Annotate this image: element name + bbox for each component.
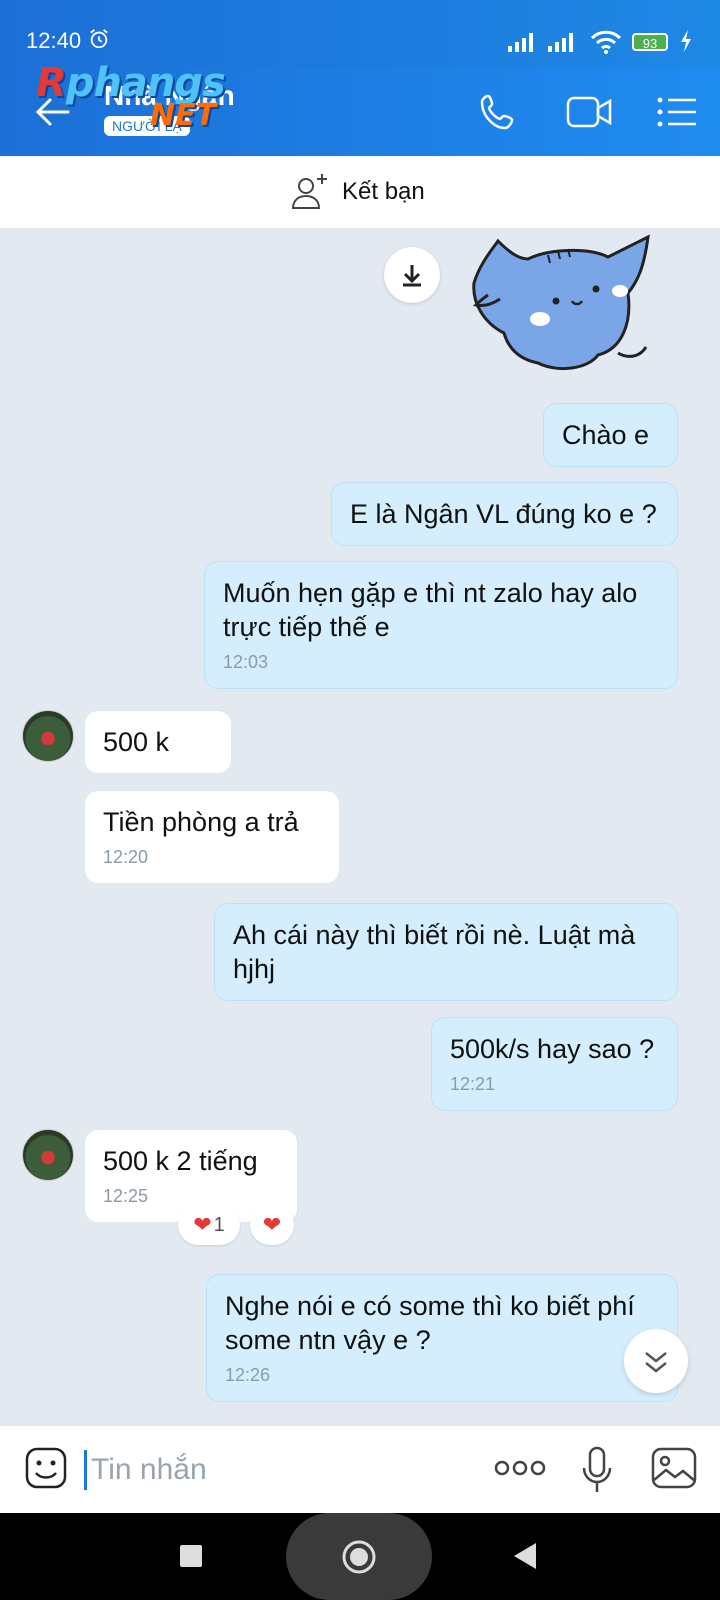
signal-icon-2 bbox=[548, 33, 573, 52]
react-heart-button[interactable]: ❤ bbox=[250, 1205, 294, 1245]
message-time: 12:20 bbox=[103, 847, 149, 867]
download-button[interactable] bbox=[384, 247, 440, 303]
add-friend-icon bbox=[291, 174, 327, 209]
message-text: 500 k bbox=[103, 727, 170, 757]
heart-icon: ❤ bbox=[193, 1212, 212, 1237]
contact-avatar[interactable] bbox=[22, 710, 74, 762]
message-input-bar: Tin nhắn bbox=[0, 1425, 720, 1514]
download-icon bbox=[403, 265, 421, 287]
message-bubble-incoming[interactable]: Tiền phòng a trả 12:20 bbox=[84, 790, 340, 884]
message-time: 12:21 bbox=[450, 1074, 496, 1094]
wifi-icon bbox=[590, 30, 622, 54]
message-bubble-outgoing[interactable]: Nghe nói e có some thì ko biết phí some … bbox=[206, 1274, 678, 1402]
add-friend-label: Kết bạn bbox=[342, 178, 425, 205]
message-text: Tiền phòng a trả bbox=[103, 807, 299, 837]
message-bubble-outgoing[interactable]: 500k/s hay sao ? 12:21 bbox=[431, 1017, 678, 1111]
reaction-summary[interactable]: ❤ 1 bbox=[178, 1205, 240, 1245]
message-time: 12:26 bbox=[225, 1365, 271, 1385]
message-input[interactable]: Tin nhắn bbox=[84, 1450, 207, 1490]
emoji-sticker-icon[interactable] bbox=[24, 1446, 68, 1490]
chat-messages[interactable]: Chào e E là Ngân VL đúng ko e ? Muốn hẹn… bbox=[0, 229, 720, 1425]
message-text: Nghe nói e có some thì ko biết phí some … bbox=[225, 1291, 635, 1355]
home-button[interactable] bbox=[286, 1513, 432, 1600]
scroll-to-bottom-button[interactable] bbox=[624, 1329, 688, 1393]
message-text: 500k/s hay sao ? bbox=[450, 1034, 655, 1064]
recent-apps-icon[interactable] bbox=[180, 1545, 202, 1567]
status-bar: 12:40 93 bbox=[0, 0, 720, 68]
message-text: Chào e bbox=[562, 420, 650, 450]
signal-icon bbox=[508, 33, 533, 52]
add-friend-button[interactable]: Kết bạn bbox=[290, 172, 425, 212]
back-triangle-icon[interactable] bbox=[514, 1543, 536, 1569]
message-bubble-outgoing[interactable]: Muốn hẹn gặp e thì nt zalo hay alo trực … bbox=[204, 561, 678, 689]
add-friend-bar: Kết bạn bbox=[0, 156, 720, 229]
message-text: Ah cái này thì biết rồi nè. Luật mà hjhj bbox=[233, 920, 636, 984]
home-circle-icon bbox=[342, 1540, 376, 1574]
heart-icon: ❤ bbox=[262, 1212, 282, 1237]
alarm-icon bbox=[90, 29, 108, 49]
message-bubble-outgoing[interactable]: Ah cái này thì biết rồi nè. Luật mà hjhj bbox=[214, 903, 678, 1001]
more-options-icon[interactable] bbox=[494, 1460, 546, 1476]
system-navigation-bar bbox=[0, 1513, 720, 1600]
message-text: 500 k 2 tiếng bbox=[103, 1146, 258, 1176]
chat-header: Nhà Ngân NGƯỜI LẠ Rphangs NET bbox=[0, 60, 720, 156]
message-bubble-incoming[interactable]: 500 k bbox=[84, 710, 232, 774]
phone-call-icon[interactable] bbox=[478, 92, 518, 132]
status-time: 12:40 bbox=[26, 28, 82, 53]
cat-sticker-image[interactable] bbox=[468, 229, 678, 377]
double-chevron-down-icon bbox=[645, 1352, 667, 1373]
contact-avatar[interactable] bbox=[22, 1129, 74, 1181]
message-time: 12:03 bbox=[223, 652, 269, 672]
menu-list-icon[interactable] bbox=[656, 92, 698, 132]
video-call-icon[interactable] bbox=[566, 92, 614, 132]
image-gallery-icon[interactable] bbox=[650, 1446, 698, 1490]
message-bubble-outgoing[interactable]: Chào e bbox=[543, 403, 678, 467]
watermark-net: NET bbox=[150, 98, 217, 133]
message-bubble-outgoing[interactable]: E là Ngân VL đúng ko e ? bbox=[331, 482, 678, 546]
message-text: Muốn hẹn gặp e thì nt zalo hay alo trực … bbox=[223, 578, 638, 642]
microphone-icon[interactable] bbox=[580, 1446, 614, 1494]
message-text: E là Ngân VL đúng ko e ? bbox=[350, 499, 657, 529]
reaction-count: 1 bbox=[213, 1213, 225, 1236]
battery-icon: 93 bbox=[632, 33, 668, 51]
message-time: 12:25 bbox=[103, 1186, 149, 1206]
charging-icon bbox=[681, 30, 691, 52]
